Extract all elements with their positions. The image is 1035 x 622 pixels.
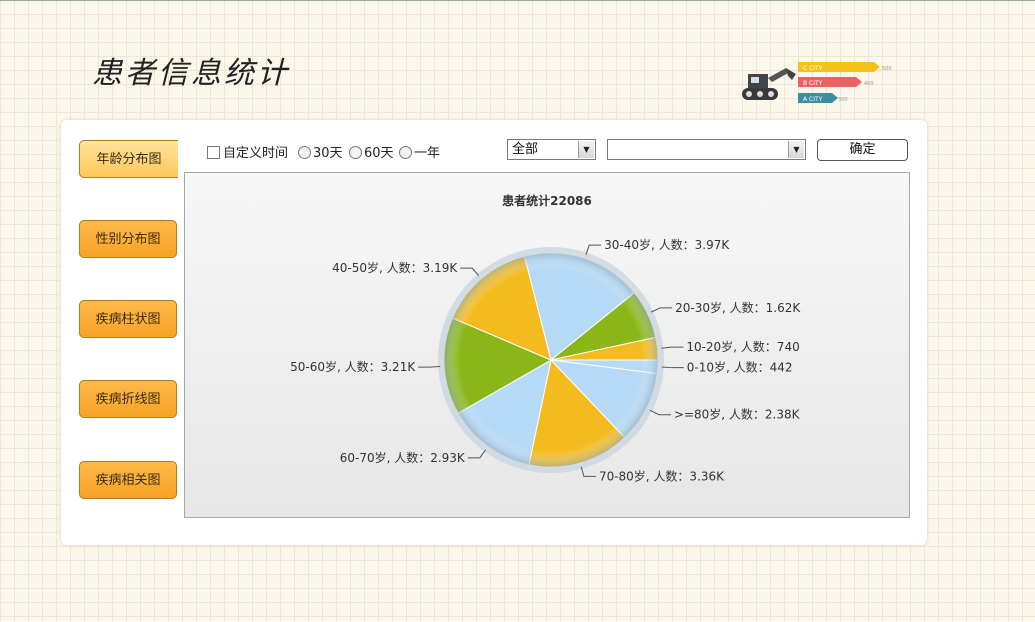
radio-60-days[interactable]: 60天 [349, 146, 394, 162]
category-select[interactable]: 全部 ▼ [507, 139, 596, 160]
chart-title: 患者统计22086 [502, 193, 592, 208]
chevron-down-icon[interactable]: ▼ [788, 141, 804, 158]
svg-text:300: 300 [838, 97, 848, 103]
pie-label-connector [418, 366, 441, 368]
pie-label-connector [460, 267, 480, 277]
pie-label-connector [650, 307, 673, 313]
logo-bar-c: C CITY 500 [798, 62, 892, 72]
pie-label-connector [467, 449, 487, 459]
custom-time-label: 自定义时间 [223, 146, 289, 161]
pie-slice-label: >=80岁, 人数：2.38K [674, 407, 801, 422]
logo-bar-b: B CITY 400 [798, 77, 874, 87]
pie-label-connector [585, 244, 602, 255]
custom-time-option[interactable]: 自定义时间 [207, 146, 288, 162]
svg-text:C CITY: C CITY [803, 65, 823, 72]
sidebar-item-gender-distribution[interactable]: 性别分布图 [79, 220, 177, 258]
radio-30-days-label: 30天 [313, 146, 343, 161]
svg-text:400: 400 [864, 81, 874, 87]
pie-slice-label: 70-80岁, 人数：3.36K [599, 468, 725, 483]
pie-label-connector [649, 409, 671, 416]
radio-one-year-button[interactable] [399, 146, 412, 159]
sidebar-item-age-distribution[interactable]: 年龄分布图 [79, 140, 178, 178]
pie-slice-label: 50-60岁, 人数：3.21K [290, 359, 416, 374]
svg-text:A CITY: A CITY [803, 96, 823, 103]
radio-30-days[interactable]: 30天 [298, 146, 343, 162]
svg-text:500: 500 [882, 66, 892, 72]
category-select-value: 全部 [512, 142, 539, 157]
sidebar-item-disease-bar[interactable]: 疾病柱状图 [79, 300, 177, 338]
chevron-down-icon[interactable]: ▼ [578, 141, 594, 158]
excavator-icon [742, 68, 796, 100]
top-border [0, 0, 1035, 1]
radio-60-days-label: 60天 [364, 146, 394, 161]
confirm-button[interactable]: 确定 [817, 139, 908, 161]
pie-shine [444, 253, 658, 467]
radio-one-year-label: 一年 [414, 146, 441, 161]
pie-slice-label: 30-40岁, 人数：3.97K [604, 237, 730, 252]
pie-label-connector [580, 466, 596, 477]
custom-time-checkbox[interactable] [207, 146, 220, 159]
pie-slice-label: 20-30岁, 人数：1.62K [675, 300, 801, 315]
pie-slice-label: 10-20岁, 人数：740 [686, 339, 799, 354]
logo: C CITY 500 B CITY 400 A CITY 300 [742, 62, 892, 103]
pie-slice-label: 40-50岁, 人数：3.19K [332, 260, 458, 275]
pie-slice-label: 60-70岁, 人数：2.93K [340, 450, 466, 465]
radio-30-days-button[interactable] [298, 146, 311, 159]
pie-slice-label: 0-10岁, 人数：442 [687, 360, 793, 375]
logo-bar-a: A CITY 300 [798, 93, 848, 103]
radio-one-year[interactable]: 一年 [399, 146, 440, 162]
sidebar-item-disease-correlation[interactable]: 疾病相关图 [79, 461, 177, 499]
chart-area: 患者统计22086 0-10岁, 人数：442 >=80岁, 人数：2.38K 70… [184, 172, 910, 518]
page-title: 患者信息统计 [92, 56, 290, 91]
radio-60-days-button[interactable] [349, 146, 362, 159]
pie-label-connector [661, 366, 684, 369]
pie-chart: 患者统计22086 0-10岁, 人数：442 >=80岁, 人数：2.38K 70… [290, 193, 801, 483]
svg-text:B CITY: B CITY [803, 80, 823, 87]
sidebar-item-disease-line[interactable]: 疾病折线图 [79, 380, 177, 418]
detail-select[interactable]: ▼ [607, 139, 806, 160]
pie-label-connector [661, 346, 684, 349]
